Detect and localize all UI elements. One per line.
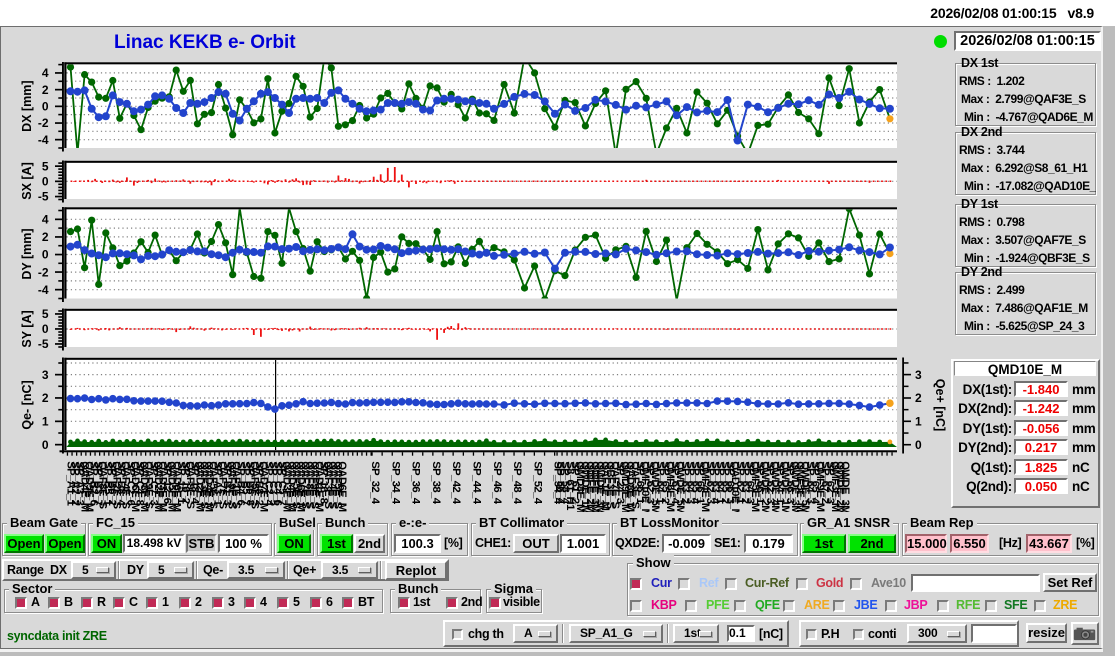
svg-text:-2: -2 (38, 116, 49, 130)
svg-text:4: 4 (42, 213, 49, 227)
svg-text:1: 1 (42, 415, 49, 429)
svg-text:-4: -4 (38, 283, 49, 297)
svg-text:2: 2 (42, 391, 49, 405)
svg-text:DY [mm]: DY [mm] (20, 228, 34, 279)
svg-text:SP_52_4: SP_52_4 (531, 461, 543, 505)
svg-text:-2: -2 (38, 265, 49, 279)
svg-text:3: 3 (915, 368, 922, 382)
svg-text:SP_48_4: SP_48_4 (511, 461, 523, 505)
svg-text:SP_32_4: SP_32_4 (369, 461, 381, 505)
svg-text:2: 2 (42, 83, 49, 97)
svg-text:3: 3 (42, 368, 49, 382)
svg-text:1: 1 (915, 415, 922, 429)
svg-text:SP_34_4: SP_34_4 (389, 461, 401, 505)
svg-text:SP_46_4: SP_46_4 (491, 461, 503, 505)
svg-text:SP_42_4: SP_42_4 (450, 461, 462, 505)
svg-text:DX [mm]: DX [mm] (20, 80, 34, 131)
svg-text:SY [A]: SY [A] (20, 310, 34, 347)
svg-text:QAD6E_M: QAD6E_M (336, 461, 348, 512)
svg-text:-4: -4 (38, 133, 49, 147)
svg-text:0: 0 (42, 248, 49, 262)
svg-text:0: 0 (42, 100, 49, 114)
svg-text:4: 4 (42, 66, 49, 80)
svg-text:SP_36_4: SP_36_4 (410, 461, 422, 505)
svg-text:SP_38_4: SP_38_4 (430, 461, 442, 505)
svg-text:0: 0 (42, 175, 49, 189)
svg-text:Qe- [nC]: Qe- [nC] (20, 380, 34, 429)
svg-text:2: 2 (915, 391, 922, 405)
svg-text:-5: -5 (38, 190, 49, 204)
svg-text:0: 0 (915, 438, 922, 452)
svg-text:-5: -5 (38, 337, 49, 351)
svg-text:Qe+ [nC]: Qe+ [nC] (933, 379, 947, 431)
svg-text:5: 5 (42, 159, 49, 173)
svg-text:SP_44_4: SP_44_4 (471, 461, 483, 505)
svg-text:SX [A]: SX [A] (20, 162, 34, 200)
svg-text:QWDE_3M: QWDE_3M (839, 461, 851, 514)
svg-text:0: 0 (42, 322, 49, 336)
svg-text:0: 0 (42, 438, 49, 452)
svg-text:2: 2 (42, 230, 49, 244)
svg-text:5: 5 (42, 307, 49, 321)
